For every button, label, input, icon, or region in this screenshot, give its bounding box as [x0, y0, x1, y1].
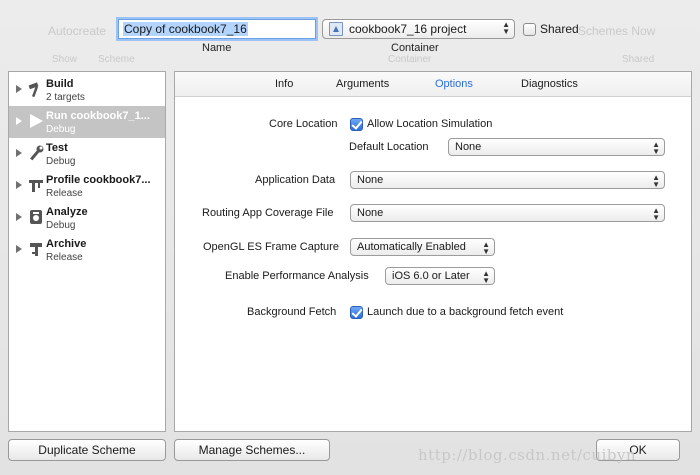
action-run[interactable]: Run cookbook7_1... Debug — [9, 106, 165, 138]
tab-options[interactable]: Options — [435, 78, 473, 90]
caliper-icon — [29, 180, 43, 192]
bg-container-header: Container — [388, 54, 432, 65]
opengl-capture-value: Automatically Enabled — [357, 241, 466, 253]
action-title: Profile cookbook7... — [46, 174, 151, 186]
action-title: Archive — [46, 238, 87, 250]
tab-info[interactable]: Info — [275, 78, 293, 90]
action-title: Analyze — [46, 206, 88, 218]
background-fetch-checkbox[interactable] — [350, 306, 363, 319]
action-profile[interactable]: Profile cookbook7... Release — [9, 170, 165, 202]
opengl-capture-label: OpenGL ES Frame Capture — [203, 241, 339, 253]
action-analyze[interactable]: Analyze Debug — [9, 202, 165, 234]
routing-file-value: None — [357, 207, 384, 219]
application-data-label: Application Data — [255, 174, 336, 186]
application-data-value: None — [357, 174, 384, 186]
duplicate-scheme-button[interactable]: Duplicate Scheme — [8, 439, 166, 461]
bg-schemes-now-label: Schemes Now — [578, 24, 656, 38]
action-subtitle: Debug — [46, 220, 76, 231]
action-title: Build — [46, 78, 74, 90]
analyze-icon — [30, 210, 42, 224]
bg-autocreate-label: Autocreate — [48, 24, 107, 38]
manage-schemes-button[interactable]: Manage Schemes... — [174, 439, 330, 461]
allow-location-label: Allow Location Simulation — [367, 118, 493, 130]
shared-checkbox[interactable] — [523, 23, 536, 36]
action-subtitle: Release — [46, 252, 83, 263]
scheme-actions-list: Build 2 targets Run cookbook7_1... Debug… — [8, 71, 166, 432]
disclosure-triangle-icon[interactable] — [16, 149, 22, 157]
action-title: Test — [46, 142, 68, 154]
tab-diagnostics[interactable]: Diagnostics — [521, 78, 578, 90]
scheme-options-panel: Info Arguments Options Diagnostics Core … — [174, 71, 692, 432]
disclosure-triangle-icon[interactable] — [16, 117, 22, 125]
action-test[interactable]: Test Debug — [9, 138, 165, 170]
bg-show-header: Show — [52, 54, 78, 65]
action-subtitle: Debug — [46, 156, 76, 167]
disclosure-triangle-icon[interactable] — [16, 213, 22, 221]
action-title: Run cookbook7_1... — [46, 110, 150, 122]
core-location-label: Core Location — [269, 118, 338, 130]
archive-icon — [30, 243, 42, 256]
stepper-icon: ▲ ▼ — [502, 20, 510, 36]
disclosure-triangle-icon[interactable] — [16, 181, 22, 189]
name-caption: Name — [202, 42, 232, 54]
allow-location-checkbox[interactable] — [350, 118, 363, 131]
stepper-icon: ▲ ▼ — [482, 269, 490, 285]
default-location-value: None — [455, 141, 482, 153]
shared-label: Shared — [540, 22, 579, 36]
performance-analysis-label: Enable Performance Analysis — [225, 270, 369, 282]
disclosure-triangle-icon[interactable] — [16, 85, 22, 93]
stepper-icon: ▲ ▼ — [652, 206, 660, 222]
performance-analysis-select[interactable]: iOS 6.0 or Later ▲ ▼ — [385, 267, 495, 285]
watermark-text: http://blog.csdn.net/cuibyn — [418, 446, 637, 464]
hammer-icon — [28, 82, 39, 97]
background-fetch-label: Background Fetch — [247, 306, 337, 318]
bg-scheme-header: Scheme — [98, 54, 135, 65]
container-caption: Container — [391, 42, 439, 54]
routing-file-select[interactable]: None ▲ ▼ — [350, 204, 665, 222]
background-fetch-option-label: Launch due to a background fetch event — [367, 306, 564, 318]
performance-analysis-value: iOS 6.0 or Later — [392, 270, 470, 282]
play-icon — [30, 114, 43, 128]
bg-shared-header: Shared — [622, 54, 655, 65]
scheme-name-field[interactable]: Copy of cookbook7_16 — [118, 19, 316, 39]
action-build[interactable]: Build 2 targets — [9, 74, 165, 106]
action-subtitle: Debug — [46, 124, 76, 135]
project-icon — [329, 22, 343, 36]
container-value: cookbook7_16 project — [349, 22, 467, 36]
disclosure-triangle-icon[interactable] — [16, 245, 22, 253]
action-archive[interactable]: Archive Release — [9, 234, 165, 266]
action-subtitle: Release — [46, 188, 83, 199]
container-select[interactable]: cookbook7_16 project ▲ ▼ — [322, 19, 515, 39]
default-location-label: Default Location — [349, 141, 429, 153]
scheme-editor-sheet: Autocreate Show Scheme Container Shared … — [0, 0, 700, 475]
routing-file-label: Routing App Coverage File — [202, 207, 334, 219]
wrench-icon — [30, 145, 44, 161]
application-data-select[interactable]: None ▲ ▼ — [350, 171, 665, 189]
stepper-icon: ▲ ▼ — [482, 240, 490, 256]
tab-bar: Info Arguments Options Diagnostics — [175, 72, 691, 97]
stepper-icon: ▲ ▼ — [652, 140, 660, 156]
action-subtitle: 2 targets — [46, 92, 85, 103]
tab-arguments[interactable]: Arguments — [336, 78, 389, 90]
scheme-name-value: Copy of cookbook7_16 — [123, 22, 248, 36]
default-location-select[interactable]: None ▲ ▼ — [448, 138, 665, 156]
stepper-icon: ▲ ▼ — [652, 173, 660, 189]
opengl-capture-select[interactable]: Automatically Enabled ▲ ▼ — [350, 238, 495, 256]
